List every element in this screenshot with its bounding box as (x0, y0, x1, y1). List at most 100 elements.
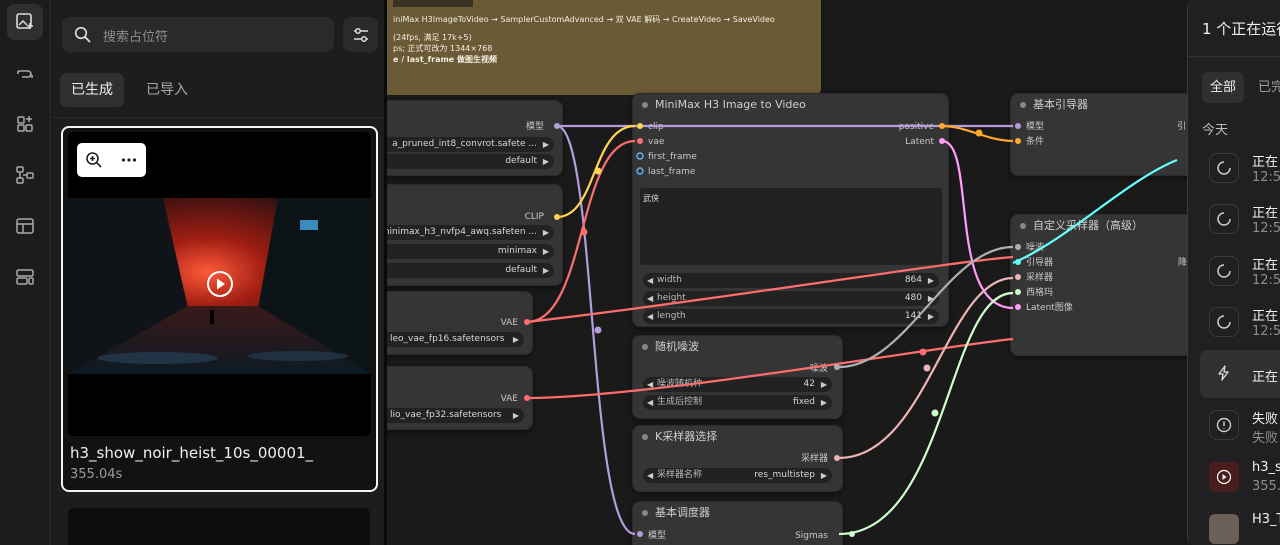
output-label: 降 (1178, 258, 1188, 268)
queue-item[interactable]: 正在 12:57 (1200, 248, 1280, 294)
tab-completed[interactable]: 已完 (1250, 72, 1280, 103)
arrow-right-icon: ▶ (542, 157, 549, 166)
search-input[interactable]: 搜索占位符 (62, 17, 334, 52)
output-label: 引 (1177, 122, 1187, 132)
node-title: 随机噪波 (633, 336, 842, 358)
spinner-icon (1209, 256, 1239, 286)
node-vae-loader-2[interactable]: VAE lio_vae_fp32.safetensors ▶ (387, 366, 533, 430)
queue-item-running[interactable]: 正在 (1200, 350, 1280, 398)
node-library-icon[interactable] (7, 106, 43, 142)
widget-model-mode[interactable]: default ▶ (387, 154, 554, 169)
widget-height[interactable]: ◀ height 480 ▶ (643, 291, 939, 306)
queue-item[interactable]: 正在 12:57 (1200, 145, 1280, 191)
node-minimax-image-to-video[interactable]: MiniMax H3 Image to Video clip vae first… (632, 93, 949, 327)
queue-item-failed[interactable]: 失败 失败 (1200, 402, 1280, 448)
arrow-left-icon: ◀ (647, 471, 654, 480)
widget-value: minimax (497, 246, 537, 256)
arrow-left-icon: ◀ (647, 294, 654, 303)
node-model-loader[interactable]: 模型 a_pruned_int8_convrot.safete ... ▶ def… (387, 100, 563, 176)
video-thumbnail[interactable] (68, 132, 371, 436)
more-icon[interactable] (120, 151, 138, 169)
widget-value: leo_vae_fp16.safetensors (390, 334, 505, 344)
input-label: vae (648, 137, 665, 147)
node-clip-loader[interactable]: CLIP minimax_h3_nvfp4_awq.safeten ... ▶ m… (387, 184, 563, 286)
item-time: 12:57 (1252, 273, 1280, 288)
assets-panel: 搜索占位符 已生成 已导入 h3_show_noir_heist_10s_000… (52, 0, 387, 545)
arrow-left-icon: ◀ (647, 380, 654, 389)
queue-item[interactable]: 正在 12:57 (1200, 299, 1280, 345)
templates-icon[interactable] (7, 208, 43, 244)
play-icon[interactable] (206, 270, 234, 298)
widget-clip-device[interactable]: default ▶ (387, 263, 554, 278)
node-title: 基本调度器 (633, 502, 842, 524)
search-icon (74, 26, 91, 47)
note-title-bar (393, 0, 473, 7)
prompt-textarea[interactable]: 武侠 (640, 188, 942, 265)
item-time: 12:57 (1252, 170, 1280, 185)
workflows-icon[interactable] (7, 157, 43, 193)
queue-item-output[interactable]: h3_s 355.0 (1200, 454, 1280, 500)
widget-width[interactable]: ◀ width 864 ▶ (643, 273, 939, 288)
widget-value: fixed (793, 397, 815, 407)
zoom-in-icon[interactable] (85, 151, 103, 169)
widget-clip-file[interactable]: minimax_h3_nvfp4_awq.safeten ... ▶ (387, 225, 554, 240)
tab-generated[interactable]: 已生成 (60, 73, 124, 107)
output-label: 采样器 (800, 454, 828, 464)
workflow-note[interactable]: iniMax H3ImageToVideo → SamplerCustomAdv… (387, 0, 821, 95)
widget-vae-file[interactable]: leo_vae_fp16.safetensors ▶ (387, 332, 524, 347)
filter-settings-button[interactable] (343, 17, 378, 52)
note-line: ps; 正式可改为 1344×768 (393, 44, 493, 53)
widget-value: 42 (803, 379, 815, 389)
queue-item[interactable]: 正在 12:57 (1200, 196, 1280, 242)
widget-control-after-generate[interactable]: ◀ 生成后控制 fixed ▶ (643, 395, 832, 410)
widget-clip-type[interactable]: minimax ▶ (387, 244, 554, 259)
input-label: Latent图像 (1026, 303, 1073, 313)
queue-title: 1 个正在运行 (1202, 20, 1280, 38)
model-library-icon[interactable] (7, 55, 43, 91)
node-title: K采样器选择 (633, 426, 842, 448)
widget-value: 141 (904, 311, 922, 321)
widget-value: a_pruned_int8_convrot.safete ... (392, 139, 537, 149)
widget-vae-file[interactable]: lio_vae_fp32.safetensors ▶ (387, 408, 524, 423)
widget-sampler-name[interactable]: ◀ 采样器名称 res_multistep ▶ (643, 468, 832, 483)
widget-model-file[interactable]: a_pruned_int8_convrot.safete ... ▶ (387, 137, 554, 152)
widget-value: minimax_h3_nvfp4_awq.safeten ... (387, 227, 537, 237)
arrow-left-icon: ◀ (647, 276, 654, 285)
node-vae-loader-1[interactable]: VAE leo_vae_fp16.safetensors ▶ (387, 291, 533, 355)
node-canvas[interactable]: iniMax H3ImageToVideo → SamplerCustomAdv… (387, 0, 1280, 545)
item-duration: 355.0 (1252, 479, 1280, 494)
output-label: 噪波 (809, 364, 828, 374)
asset-card-selected[interactable]: h3_show_noir_heist_10s_00001_ 355.04s (61, 126, 378, 492)
layout-icon[interactable] (7, 259, 43, 295)
asset-filename: h3_show_noir_heist_10s_00001_ (70, 444, 314, 462)
input-label: 西格玛 (1026, 288, 1054, 298)
widget-label: height (657, 293, 686, 303)
node-title: MiniMax H3 Image to Video (633, 94, 948, 116)
arrow-left-icon: ◀ (647, 312, 654, 321)
item-filename: H3_T (1252, 512, 1280, 527)
widget-value: 480 (904, 293, 922, 303)
item-status-detail: 失败 (1252, 431, 1279, 446)
queue-item-output[interactable]: H3_T (1200, 506, 1280, 545)
node-basic-scheduler[interactable]: 基本调度器 模型 Sigmas (632, 501, 843, 545)
widget-noise-seed[interactable]: ◀ 噪波随机种 42 ▶ (643, 377, 832, 392)
input-label: 噪波 (1026, 243, 1045, 253)
output-label: Sigmas (795, 531, 828, 541)
tab-all[interactable]: 全部 (1202, 72, 1245, 103)
output-label: VAE (500, 394, 518, 404)
widget-value: 864 (904, 275, 922, 285)
item-status: 正在 (1252, 258, 1279, 273)
tab-imported[interactable]: 已导入 (135, 73, 199, 107)
node-k-sampler-select[interactable]: K采样器选择 采样器 ◀ 采样器名称 res_multistep ▶ (632, 425, 843, 492)
wire-clip (556, 124, 636, 219)
arrow-right-icon: ▶ (820, 398, 827, 407)
asset-card[interactable] (68, 508, 370, 545)
divider (1188, 56, 1280, 57)
node-random-noise[interactable]: 随机噪波 噪波 ◀ 噪波随机种 42 ▶ ◀ 生成后控制 fixed ▶ (632, 335, 843, 419)
note-line: iniMax H3ImageToVideo → SamplerCustomAdv… (393, 15, 775, 24)
widget-length[interactable]: ◀ length 141 ▶ (643, 309, 939, 324)
assets-icon[interactable] (7, 4, 43, 40)
wire-positive (941, 124, 1014, 143)
asset-tabs: 已生成 已导入 (52, 73, 384, 118)
input-label: 模型 (648, 531, 667, 541)
